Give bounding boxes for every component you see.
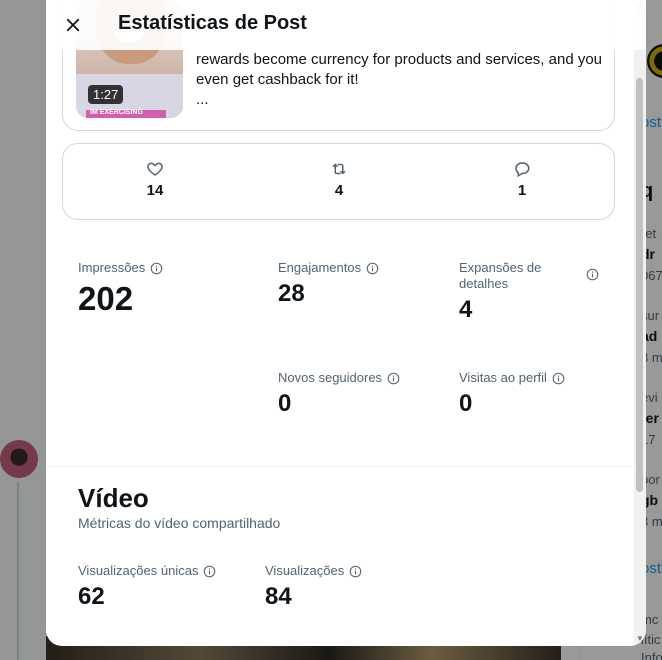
likes-stat: 14 bbox=[125, 160, 185, 199]
impressions-label: Impressões bbox=[78, 260, 146, 275]
video-duration-badge: 1:27 bbox=[88, 85, 124, 104]
info-icon[interactable] bbox=[586, 268, 599, 281]
new-followers-label: Novos seguidores bbox=[278, 370, 383, 385]
detail-expansions-value: 4 bbox=[459, 296, 473, 323]
engagements-label-row: Engajamentos bbox=[278, 260, 379, 276]
detail-expansions-metric: Expansões de detalhes 4 bbox=[459, 260, 599, 324]
views-value: 84 bbox=[265, 583, 292, 610]
unique-views-value: 62 bbox=[78, 583, 105, 610]
close-icon bbox=[66, 18, 80, 32]
info-icon[interactable] bbox=[349, 565, 362, 578]
views-label-row: Visualizações bbox=[265, 563, 362, 579]
scrollbar-thumb[interactable] bbox=[636, 78, 643, 492]
section-divider bbox=[46, 466, 634, 467]
views-metric: Visualizações 84 bbox=[265, 563, 362, 611]
video-section-subtitle: Métricas do vídeo compartilhado bbox=[78, 515, 281, 531]
engagements-metric: Engajamentos 28 bbox=[278, 260, 379, 308]
post-ellipsis: ... bbox=[196, 91, 209, 108]
likes-count: 14 bbox=[146, 182, 164, 199]
detail-expansions-label-row: Expansões de detalhes bbox=[459, 260, 599, 292]
scroll-down-arrow-icon[interactable]: ▼ bbox=[635, 634, 645, 644]
reposts-stat: 4 bbox=[309, 160, 369, 199]
unique-views-label-row: Visualizações únicas bbox=[78, 563, 216, 579]
profile-visits-label-row: Visitas ao perfil bbox=[459, 370, 565, 386]
replies-stat: 1 bbox=[492, 160, 552, 199]
info-icon[interactable] bbox=[366, 262, 379, 275]
post-text: rewards become currency for products and… bbox=[196, 51, 603, 88]
impressions-label-row: Impressões bbox=[78, 260, 163, 276]
engagements-label: Engajamentos bbox=[278, 260, 362, 275]
detail-expansions-label: Expansões de detalhes bbox=[459, 260, 542, 291]
modal-scroll-content: IM EXERCISING 1:27 rewards become curren… bbox=[46, 0, 646, 646]
post-stats-modal: IM EXERCISING 1:27 rewards become curren… bbox=[46, 0, 646, 646]
repost-icon bbox=[332, 163, 346, 175]
heart-icon bbox=[147, 162, 163, 176]
thumbnail-caption: IM EXERCISING bbox=[90, 109, 143, 116]
impressions-value: 202 bbox=[78, 280, 134, 317]
engagements-value: 28 bbox=[278, 280, 305, 307]
close-button[interactable] bbox=[56, 8, 90, 42]
profile-visits-label: Visitas ao perfil bbox=[459, 370, 547, 385]
info-icon[interactable] bbox=[552, 372, 565, 385]
modal-title: Estatísticas de Post bbox=[118, 12, 307, 34]
new-followers-metric: Novos seguidores 0 bbox=[278, 370, 400, 418]
profile-visits-value: 0 bbox=[459, 390, 473, 417]
info-icon[interactable] bbox=[203, 565, 216, 578]
modal-header: Estatísticas de Post bbox=[46, 0, 646, 50]
views-label: Visualizações bbox=[265, 563, 345, 578]
profile-visits-metric: Visitas ao perfil 0 bbox=[459, 370, 565, 418]
unique-views-label: Visualizações únicas bbox=[78, 563, 199, 578]
info-icon[interactable] bbox=[387, 372, 400, 385]
new-followers-value: 0 bbox=[278, 390, 292, 417]
impressions-metric: Impressões 202 bbox=[78, 260, 163, 318]
unique-views-metric: Visualizações únicas 62 bbox=[78, 563, 216, 611]
reposts-count: 4 bbox=[334, 182, 344, 199]
video-section-title: Vídeo bbox=[78, 483, 149, 513]
thumbnail-caption-strip: IM EXERCISING bbox=[86, 109, 166, 118]
reply-icon bbox=[515, 162, 530, 178]
info-icon[interactable] bbox=[150, 262, 163, 275]
replies-count: 1 bbox=[517, 182, 527, 199]
engagement-summary: 14 4 1 bbox=[62, 143, 615, 220]
new-followers-label-row: Novos seguidores bbox=[278, 370, 400, 386]
